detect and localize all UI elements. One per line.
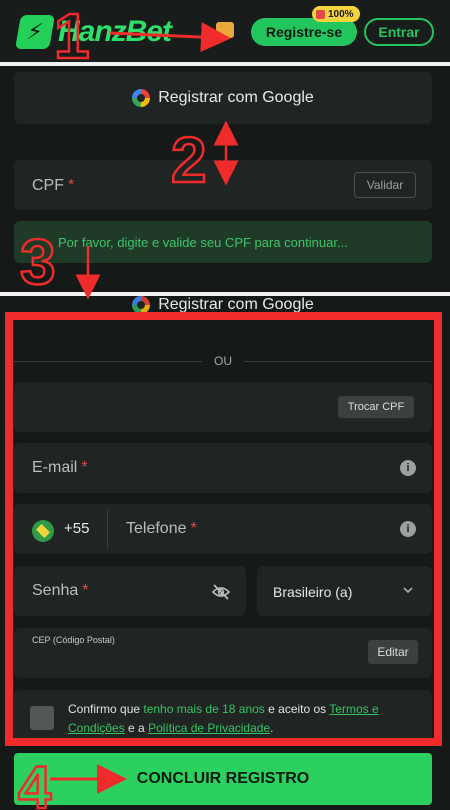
cep-field[interactable]: CEP (Código Postal) Editar xyxy=(14,628,432,678)
cpf-confirmed-field: Trocar CPF xyxy=(14,382,432,432)
brazil-flag-icon[interactable] xyxy=(32,520,54,542)
terms-text: Confirmo que tenho mais de 18 anos e ace… xyxy=(68,702,379,735)
bonus-badge: 100% xyxy=(312,6,360,22)
cep-label: CEP (Código Postal) xyxy=(32,635,115,645)
required-mark: * xyxy=(68,177,75,194)
google-register-button-partial[interactable]: Registrar com Google xyxy=(14,286,432,324)
password-label: Senha xyxy=(32,582,79,599)
hanzbet-logo[interactable]: ⚡ HanzBet xyxy=(15,14,172,50)
required-mark: * xyxy=(190,520,197,537)
age-highlight: tenho mais de 18 anos xyxy=(143,702,265,716)
swap-cpf-button[interactable]: Trocar CPF xyxy=(338,396,414,418)
bolt-icon: ⚡ xyxy=(15,15,55,49)
phone-label: Telefone xyxy=(126,520,187,537)
validate-button[interactable]: Validar xyxy=(354,172,416,198)
language-value: Brasileiro (a) xyxy=(273,584,353,600)
header-bar: ⚡ HanzBet Registre-se 100% Entrar xyxy=(0,0,450,62)
google-register-label: Registrar com Google xyxy=(158,89,314,106)
cpf-info-message: Por favor, digite e valide seu CPF para … xyxy=(14,221,432,263)
logo-text: HanzBet xyxy=(58,15,172,48)
required-mark: * xyxy=(81,459,88,476)
terms-checkbox[interactable] xyxy=(30,706,54,730)
email-label: E-mail xyxy=(32,459,78,476)
google-register-label: Registrar com Google xyxy=(158,296,314,313)
email-field[interactable]: E-mail * i xyxy=(14,443,432,493)
terms-row: Confirmo que tenho mais de 18 anos e ace… xyxy=(14,690,432,744)
country-code[interactable]: +55 xyxy=(64,520,89,537)
cpf-label: CPF xyxy=(32,177,64,194)
or-text: OU xyxy=(214,354,232,368)
privacy-link[interactable]: Política de Privacidade xyxy=(148,721,270,735)
google-register-button[interactable]: Registrar com Google xyxy=(14,72,432,124)
phone-field[interactable]: +55 Telefone * i xyxy=(14,504,432,554)
info-icon[interactable]: i xyxy=(400,460,416,476)
gift-icon xyxy=(216,22,234,38)
login-button[interactable]: Entrar xyxy=(364,18,434,46)
required-mark: * xyxy=(82,582,89,599)
info-icon[interactable]: i xyxy=(400,521,416,537)
gift-badge-icon xyxy=(316,9,325,19)
google-icon xyxy=(132,296,151,314)
eye-slash-icon[interactable] xyxy=(212,584,230,600)
register-button[interactable]: Registre-se xyxy=(251,18,357,46)
cpf-field[interactable]: CPF * Validar xyxy=(14,160,432,210)
bonus-badge-text: 100% xyxy=(328,8,354,20)
edit-button[interactable]: Editar xyxy=(368,640,418,664)
language-select[interactable]: Brasileiro (a) xyxy=(257,566,432,616)
password-field[interactable]: Senha * xyxy=(14,566,246,616)
google-icon xyxy=(132,89,151,107)
submit-registration-button[interactable]: CONCLUIR REGISTRO xyxy=(14,753,432,805)
or-divider: OU xyxy=(14,352,432,370)
chevron-down-icon xyxy=(403,587,413,594)
